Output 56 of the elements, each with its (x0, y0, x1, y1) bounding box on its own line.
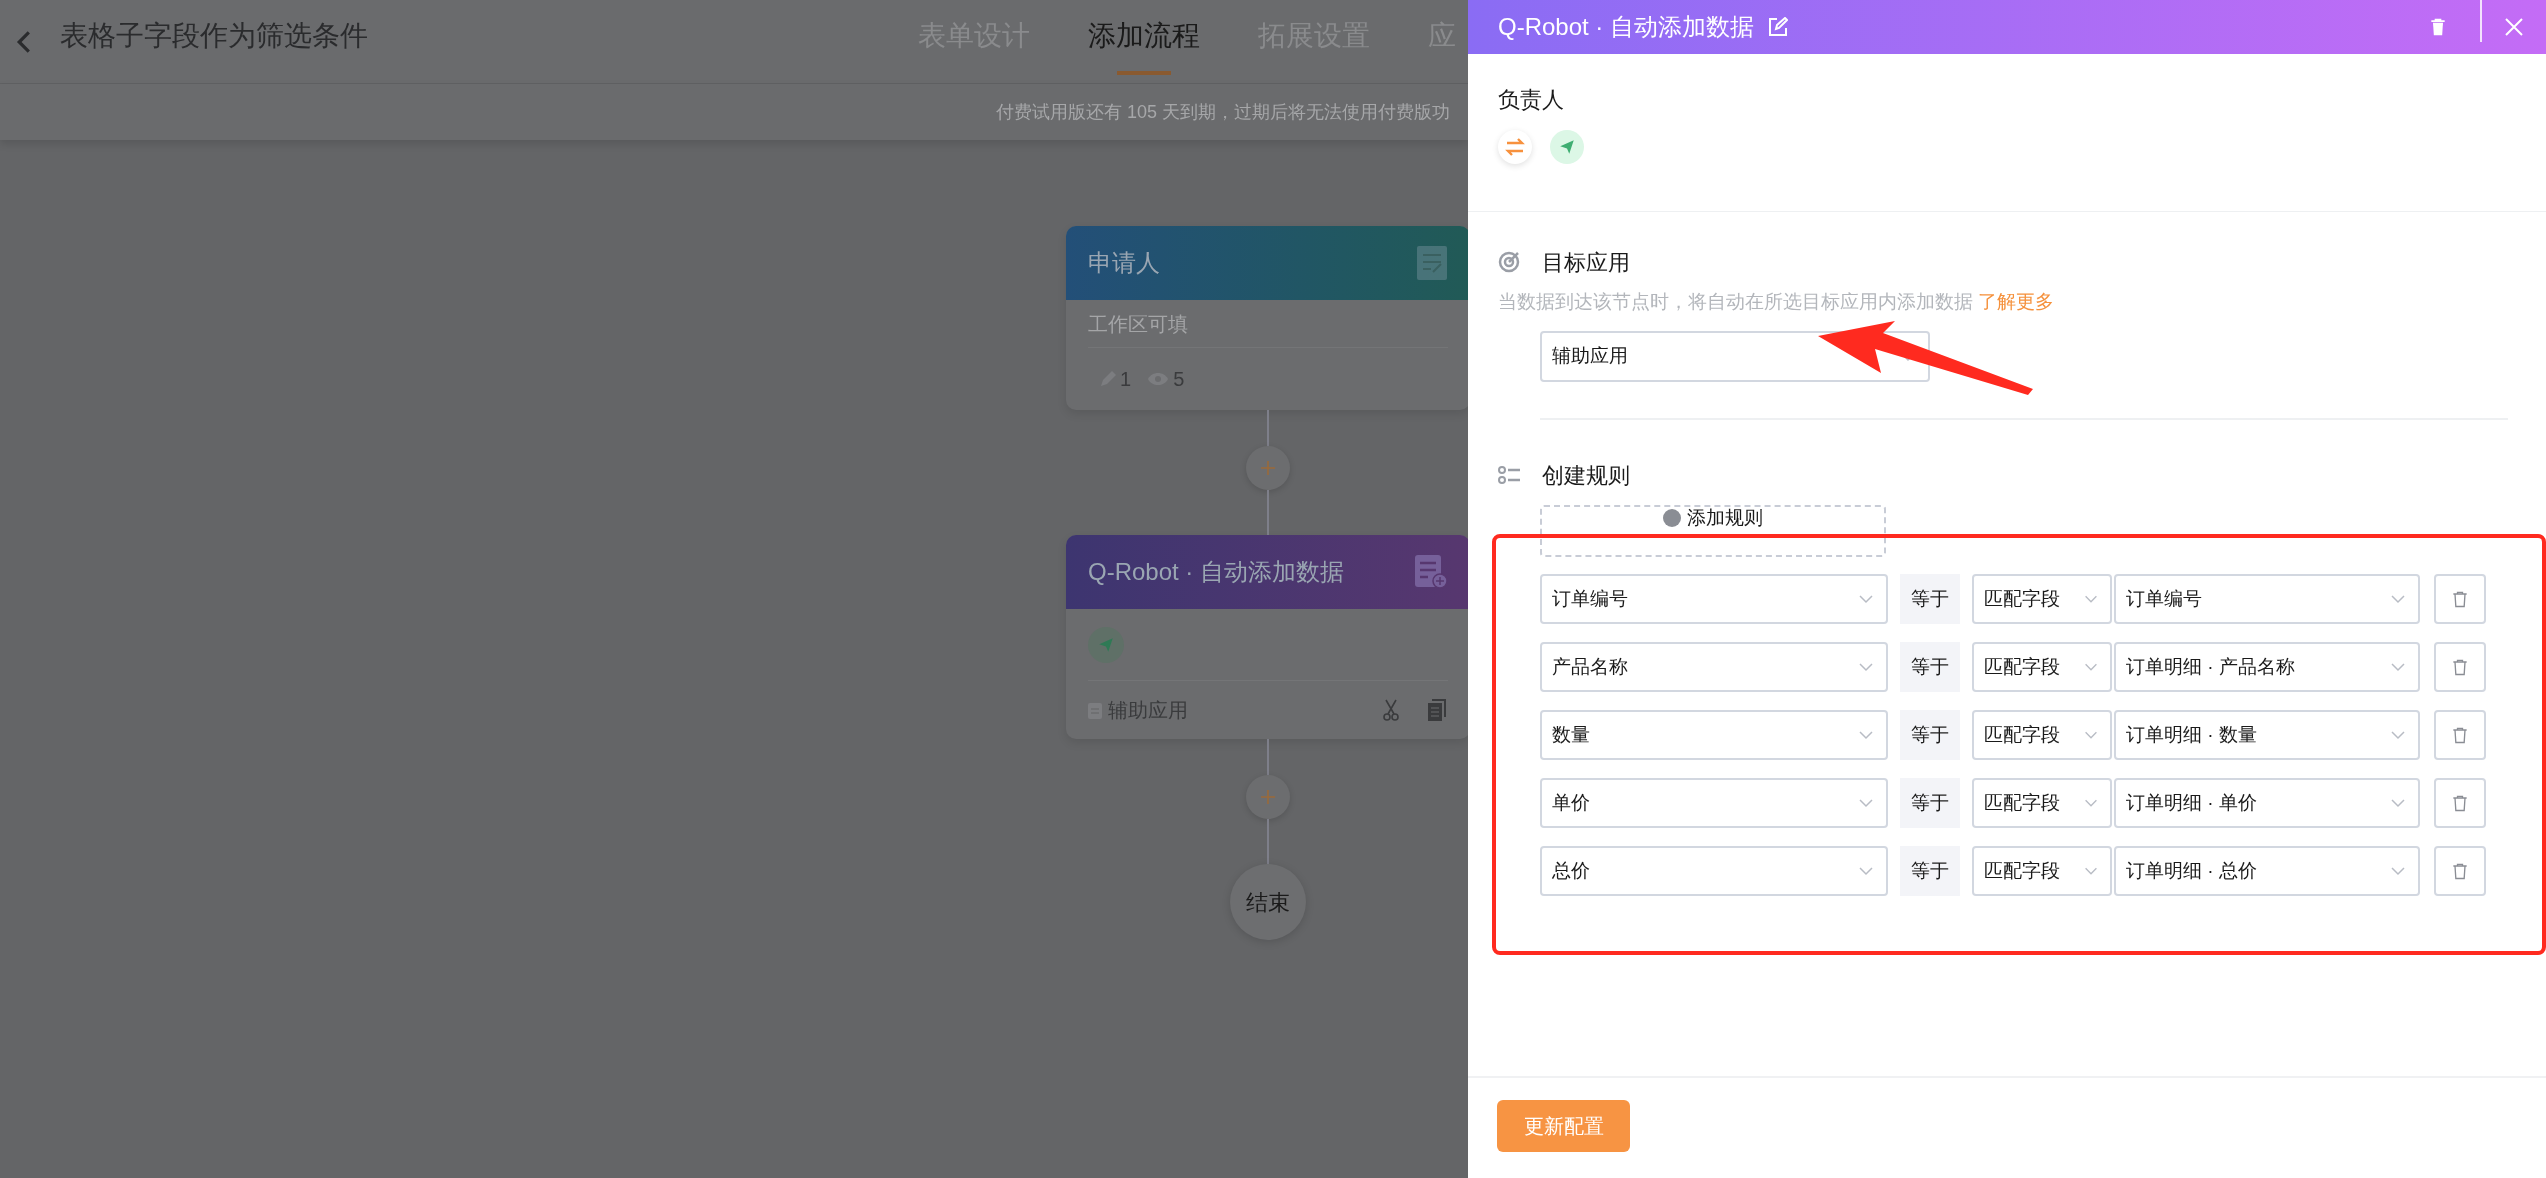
rename-button[interactable] (1768, 16, 1791, 38)
value-select[interactable]: 订单明细 · 单价 (2114, 778, 2420, 828)
field-select[interactable]: 订单编号 (1540, 574, 1888, 624)
copy-button[interactable] (1428, 698, 1448, 722)
match-mode-select[interactable]: 匹配字段 (1972, 710, 2112, 760)
trash-icon (2428, 16, 2448, 38)
page-title: 表格子字段作为筛选条件 (60, 18, 368, 53)
delete-rule-button[interactable] (2434, 642, 2486, 692)
section-heading: 目标应用 (1542, 248, 1630, 277)
value-select[interactable]: 订单明细 · 总价 (2114, 846, 2420, 896)
operator-label: 等于 (1900, 642, 1960, 692)
paper-plane-icon (1558, 138, 1576, 156)
copy-icon (1428, 699, 1446, 721)
delete-rule-button[interactable] (2434, 574, 2486, 624)
scissors-icon (1382, 699, 1400, 721)
value-select[interactable]: 订单明细 · 数量 (2114, 710, 2420, 760)
match-mode-select[interactable]: 匹配字段 (1972, 642, 2112, 692)
close-icon (2504, 17, 2524, 37)
target-icon (1498, 251, 1520, 273)
panel-title: Q-Robot · 自动添加数据 (1498, 12, 1755, 42)
delete-rule-button[interactable] (2434, 778, 2486, 828)
add-rule-button[interactable]: 添加规则 (1540, 505, 1886, 557)
trial-notice: 付费试用版还有 105 天到期，过期后将无法使用付费版功 (995, 100, 1450, 124)
swap-arrows-icon (1505, 138, 1525, 156)
app-select[interactable]: 辅助应用 (1540, 331, 1930, 382)
add-node-button[interactable] (1246, 446, 1290, 490)
field-select[interactable]: 数量 (1540, 710, 1888, 760)
delete-rule-button[interactable] (2434, 710, 2486, 760)
value-select[interactable]: 订单编号 (2114, 574, 2420, 624)
add-document-icon (1414, 554, 1448, 590)
delete-rule-button[interactable] (2434, 846, 2486, 896)
match-mode-select[interactable]: 匹配字段 (1972, 574, 2112, 624)
operator-label: 等于 (1900, 846, 1960, 896)
value-select[interactable]: 订单明细 · 产品名称 (2114, 642, 2420, 692)
plus-icon (1260, 460, 1276, 476)
paper-plane-icon (1097, 635, 1115, 654)
field-select[interactable]: 单价 (1540, 778, 1888, 828)
operator-label: 等于 (1900, 710, 1960, 760)
match-mode-select[interactable]: 匹配字段 (1972, 778, 2112, 828)
form-icon (1416, 245, 1448, 281)
node-title: Q-Robot · 自动添加数据 (1088, 557, 1345, 587)
node-subtitle: 工作区可填 (1088, 311, 1188, 337)
field-select[interactable]: 总价 (1540, 846, 1888, 896)
end-node: 结束 (1230, 864, 1306, 940)
add-node-button[interactable] (1246, 775, 1290, 819)
node-title: 申请人 (1088, 248, 1160, 278)
field-select[interactable]: 产品名称 (1540, 642, 1888, 692)
section-heading: 创建规则 (1542, 461, 1630, 490)
operator-label: 等于 (1900, 778, 1960, 828)
list-icon (1498, 465, 1520, 485)
edit-icon (1768, 17, 1789, 37)
match-mode-select[interactable]: 匹配字段 (1972, 846, 2112, 896)
plus-icon (1260, 789, 1276, 805)
operator-label: 等于 (1900, 574, 1960, 624)
section-label: 负责人 (1498, 86, 1565, 114)
section-description: 当数据到达该节点时，将自动在所选目标应用内添加数据 了解更多 (1498, 290, 2056, 314)
